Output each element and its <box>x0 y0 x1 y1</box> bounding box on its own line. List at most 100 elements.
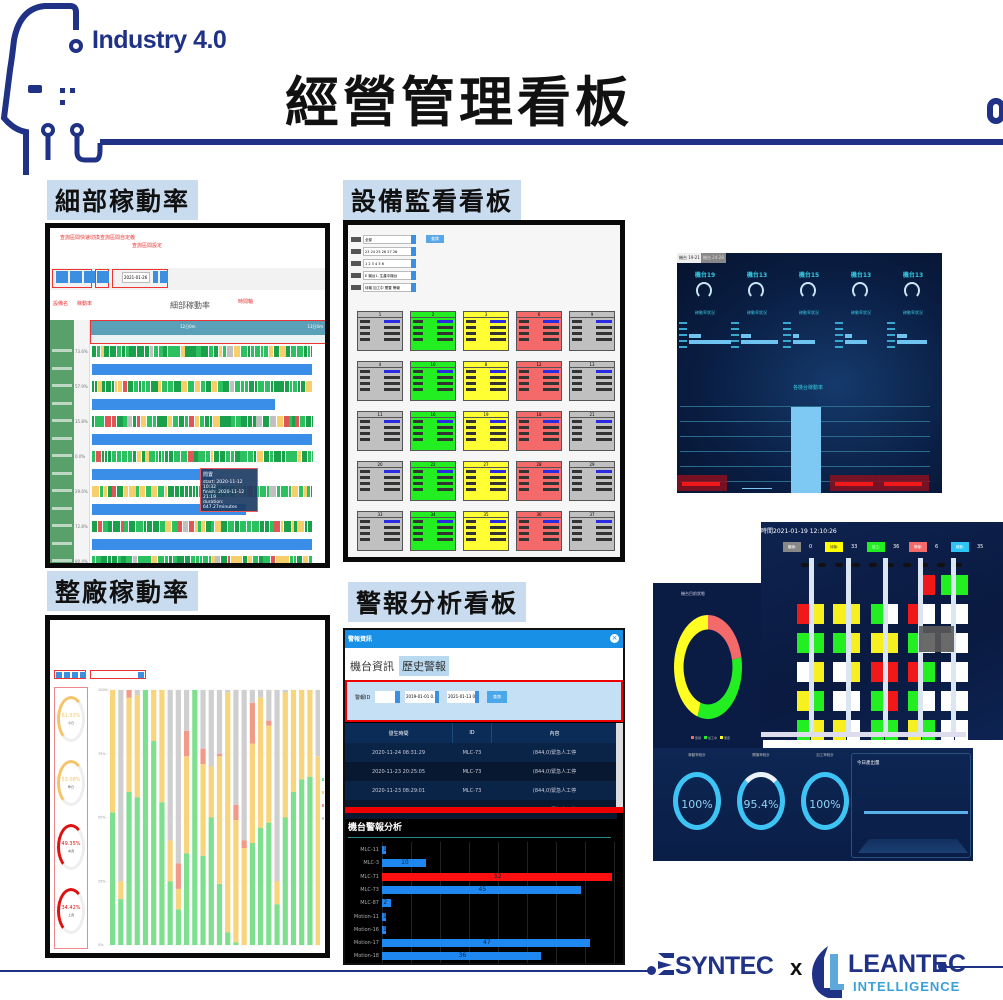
machine-card[interactable]: 33 <box>357 511 403 551</box>
machine-card[interactable]: 18 <box>516 411 562 451</box>
legend-item[interactable]: 加工 <box>322 775 325 783</box>
chevron-down-icon[interactable] <box>411 235 416 244</box>
machine-card[interactable]: 28 <box>516 461 562 501</box>
legend-label[interactable]: 加工中 <box>708 736 717 740</box>
machine-card[interactable]: 16 <box>410 411 456 451</box>
machine-cell[interactable] <box>922 662 935 682</box>
chevron-down-icon[interactable] <box>411 247 416 256</box>
machine-card[interactable]: 2 <box>410 311 456 351</box>
legend-item[interactable]: 警報 <box>322 801 325 809</box>
machine-card[interactable]: 10 <box>410 361 456 401</box>
gauge-ring <box>57 888 85 934</box>
machine-cell[interactable] <box>833 633 846 653</box>
machine-card[interactable]: 22 <box>410 461 456 501</box>
status-segment <box>247 451 254 462</box>
tab-machine-24-28[interactable]: 機台 24-28 <box>701 253 726 263</box>
range-week-button[interactable] <box>70 271 82 283</box>
machine-cell[interactable] <box>833 720 846 740</box>
calendar-icon[interactable] <box>475 691 479 703</box>
machine-card[interactable]: 35 <box>463 511 509 551</box>
machine-card[interactable]: 9 <box>569 311 615 351</box>
machine-cell[interactable] <box>955 575 968 595</box>
machine-cell[interactable] <box>833 691 846 711</box>
chevron-down-icon[interactable] <box>411 283 416 292</box>
status-segment <box>223 346 226 357</box>
machine-card[interactable]: 3 <box>463 311 509 351</box>
machine-card[interactable]: 1 <box>357 311 403 351</box>
machine-card[interactable]: 29 <box>569 461 615 501</box>
legend-label[interactable]: 閒置 <box>724 736 730 740</box>
tab-alarm-history[interactable]: 歷史警報 <box>399 656 449 676</box>
custom-range-button[interactable] <box>80 672 86 678</box>
machine-card[interactable]: 4 <box>357 361 403 401</box>
date-search-button[interactable] <box>160 271 168 283</box>
calendar-icon[interactable] <box>435 691 439 703</box>
machine-card[interactable]: 13 <box>569 361 615 401</box>
table-row[interactable]: 2020-11-23 08:29:01 MLC-73 (844,0)緊急人工停 <box>345 781 617 800</box>
date-input[interactable]: 2021-01-26 <box>122 272 150 283</box>
date-picker-icon[interactable] <box>153 271 158 283</box>
machine-card[interactable]: 21 <box>569 411 615 451</box>
machine-cell[interactable] <box>955 691 968 711</box>
horizontal-scrollbar[interactable] <box>761 732 966 737</box>
chevron-down-icon[interactable] <box>411 271 416 280</box>
filter-select[interactable]: E 機台1, 生產中機台 <box>363 271 415 280</box>
machine-cell[interactable] <box>955 662 968 682</box>
machine-cell[interactable] <box>922 575 935 595</box>
filter-row: E 機台1, 生產中機台 <box>351 271 421 280</box>
machine-card[interactable]: 37 <box>569 511 615 551</box>
status-segment <box>152 521 160 532</box>
legend-item[interactable]: 閒置 <box>322 814 325 822</box>
machine-card[interactable]: 36 <box>516 511 562 551</box>
query-button[interactable]: 查詢 <box>426 235 444 243</box>
status-segment <box>188 416 195 427</box>
machine-cell[interactable] <box>833 662 846 682</box>
card-field <box>466 482 506 486</box>
range-month-button[interactable] <box>72 672 78 678</box>
machine-card[interactable]: 8 <box>463 361 509 401</box>
range-week-button[interactable] <box>64 672 70 678</box>
date-from-input[interactable]: 2019-01-01 0... <box>405 691 435 703</box>
legend-item[interactable]: 待機 <box>322 788 325 796</box>
query-button[interactable] <box>138 672 144 678</box>
table-row[interactable]: 2020-11-23 20:25:05 MLC-73 (844,0)緊急人工停 <box>345 762 617 781</box>
filter-select[interactable]: 23 24 25 26 27 28 <box>363 247 415 256</box>
machine-cell[interactable] <box>833 604 846 624</box>
machine-cell[interactable] <box>955 633 968 653</box>
machine-card[interactable]: 11 <box>357 411 403 451</box>
table-row[interactable]: 2020-11-24 08:31:29 MLC-73 (844,0)緊急人工停 <box>345 743 617 762</box>
status-segment <box>276 416 283 427</box>
machine-cell[interactable] <box>922 720 935 740</box>
machine-card[interactable]: 12 <box>516 361 562 401</box>
filter-select[interactable]: 全部 <box>363 235 415 244</box>
tab-machine-19-21[interactable]: 機台 19-21 <box>677 253 702 263</box>
machine-card[interactable]: 27 <box>463 461 509 501</box>
custom-range-button[interactable] <box>97 271 109 283</box>
filter-select[interactable]: 待機 加工中 閒置 警報 <box>363 283 415 292</box>
chevron-down-icon[interactable] <box>411 259 416 268</box>
machine-cell[interactable] <box>922 691 935 711</box>
status-segment <box>145 451 149 462</box>
legend-label[interactable]: 警報 <box>695 736 701 740</box>
machine-card[interactable]: 6 <box>516 311 562 351</box>
alarm-id-select[interactable] <box>375 691 395 703</box>
status-segment <box>190 556 195 563</box>
status-segment <box>195 416 200 427</box>
chevron-down-icon[interactable] <box>395 691 400 703</box>
field-value <box>490 476 506 479</box>
range-day-button[interactable] <box>56 271 68 283</box>
range-day-button[interactable] <box>56 672 62 678</box>
date-to-input[interactable]: 2021-01-13 0... <box>447 691 475 703</box>
close-icon[interactable]: × <box>610 634 619 643</box>
filter-select[interactable]: 1 2 3 4 5 6 <box>363 259 415 268</box>
machine-card[interactable]: 20 <box>357 461 403 501</box>
machine-cell[interactable] <box>955 604 968 624</box>
machine-cell[interactable] <box>955 720 968 740</box>
tab-machine-info[interactable]: 機台資訊 <box>347 656 397 676</box>
machine-cell[interactable] <box>922 604 935 624</box>
alarm-search-button[interactable]: 查詢 <box>487 691 507 703</box>
table-scrollbar[interactable] <box>616 723 623 807</box>
status-segment <box>239 521 246 532</box>
machine-card[interactable]: 19 <box>463 411 509 451</box>
machine-card[interactable]: 34 <box>410 511 456 551</box>
